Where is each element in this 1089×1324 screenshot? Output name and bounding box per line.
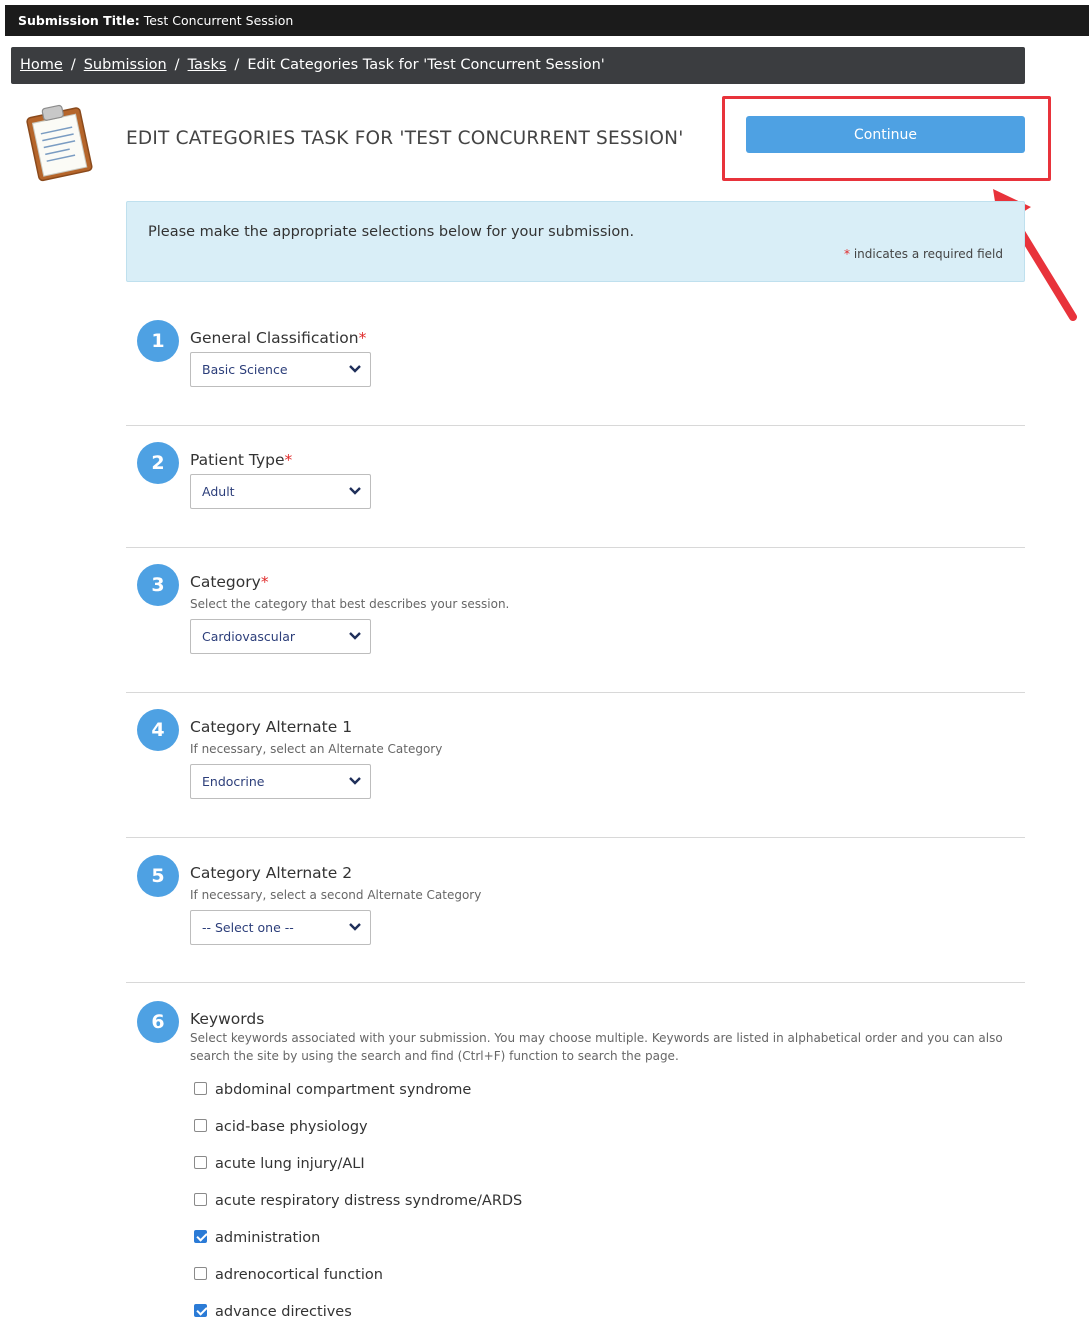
chevron-down-icon	[349, 487, 361, 495]
step-title-text: Category Alternate 2	[190, 864, 353, 882]
patient-type-select[interactable]: Adult	[190, 474, 371, 509]
keyword-label: acid-base physiology	[215, 1119, 368, 1135]
step-title-text: Category	[190, 573, 261, 591]
keyword-checkbox-checked[interactable]	[194, 1229, 207, 1243]
chevron-down-icon	[349, 365, 361, 373]
step-title: Keywords	[190, 1010, 265, 1028]
step-number-badge: 1	[137, 320, 179, 362]
required-star: *	[284, 451, 293, 469]
keyword-option[interactable]: acute lung injury/ALI	[194, 1155, 365, 1176]
info-message-box: Please make the appropriate selections b…	[126, 201, 1025, 282]
keywords-help-text: Select keywords associated with your sub…	[190, 1031, 1003, 1063]
step-patient-type: 2 Patient Type* Adult	[126, 440, 1025, 530]
step-number-badge: 6	[137, 1001, 179, 1043]
keyword-checkbox[interactable]	[194, 1192, 207, 1206]
step-help-text: If necessary, select an Alternate Catego…	[190, 742, 443, 756]
info-message: Please make the appropriate selections b…	[148, 224, 635, 240]
keyword-option[interactable]: acute respiratory distress syndrome/ARDS	[194, 1192, 523, 1213]
keyword-checkbox[interactable]	[194, 1155, 207, 1169]
required-note-text: indicates a required field	[853, 247, 1003, 261]
step-title-text: Patient Type	[190, 451, 285, 469]
keyword-label: adrenocortical function	[215, 1267, 383, 1283]
keyword-option[interactable]: adrenocortical function	[194, 1266, 383, 1287]
required-star: *	[844, 247, 851, 261]
step-title: Category Alternate 2	[190, 864, 352, 882]
keyword-checkbox-checked[interactable]	[194, 1303, 207, 1317]
keyword-option[interactable]: advance directives	[194, 1303, 352, 1324]
keyword-checkbox[interactable]	[194, 1118, 207, 1132]
keyword-option[interactable]: acid-base physiology	[194, 1118, 368, 1139]
keyword-checkbox[interactable]	[194, 1081, 207, 1095]
step-title-text: Category Alternate 1	[190, 718, 353, 736]
chevron-down-icon	[349, 632, 361, 640]
submission-title-label: Submission Title:	[18, 13, 140, 28]
keyword-label: acute lung injury/ALI	[215, 1156, 365, 1172]
category-alternate-2-select[interactable]: -- Select one --	[190, 910, 371, 945]
required-star: *	[358, 329, 367, 347]
breadcrumb-separator: /	[70, 57, 76, 73]
category-alternate-1-select[interactable]: Endocrine	[190, 764, 371, 799]
step-title-text: General Classification	[190, 329, 359, 347]
chevron-down-icon	[349, 777, 361, 785]
keyword-label: advance directives	[215, 1304, 352, 1320]
section-divider	[126, 547, 1025, 548]
step-category-alternate-2: 5 Category Alternate 2 If necessary, sel…	[126, 853, 1025, 963]
step-title: Category Alternate 1	[190, 718, 352, 736]
select-value: Endocrine	[202, 774, 265, 789]
page-title: EDIT CATEGORIES TASK FOR 'TEST CONCURREN…	[126, 128, 684, 149]
breadcrumb: Home / Submission / Tasks / Edit Categories Ta…	[11, 47, 1025, 84]
submission-title-value: Test Concurrent Session	[143, 13, 294, 28]
general-classification-select[interactable]: Basic Science	[190, 352, 371, 387]
chevron-down-icon	[349, 923, 361, 931]
step-title: Patient Type*	[190, 451, 292, 469]
step-general-classification: 1 General Classification* Basic Science	[126, 318, 1025, 408]
select-value: -- Select one --	[202, 920, 294, 935]
step-help-text: If necessary, select a second Alternate …	[190, 888, 482, 902]
step-number-badge: 3	[137, 564, 179, 606]
step-number-badge: 5	[137, 855, 179, 897]
breadcrumb-tasks-link[interactable]: Tasks	[188, 57, 227, 73]
section-divider	[126, 692, 1025, 693]
step-keywords: 6 Keywords Select keywords associated wi…	[126, 998, 1025, 1322]
keyword-option[interactable]: abdominal compartment syndrome	[194, 1081, 472, 1102]
step-help-text: Select the category that best describes …	[190, 597, 510, 611]
keyword-option[interactable]: administration	[194, 1229, 321, 1250]
step-category: 3 Category* Select the category that bes…	[126, 562, 1025, 672]
section-divider	[126, 837, 1025, 838]
step-category-alternate-1: 4 Category Alternate 1 If necessary, sel…	[126, 707, 1025, 817]
step-title: General Classification*	[190, 329, 366, 347]
breadcrumb-current: Edit Categories Task for 'Test Concurren…	[247, 57, 605, 73]
breadcrumb-submission-link[interactable]: Submission	[84, 57, 167, 73]
clipboard-icon	[26, 104, 93, 182]
category-select[interactable]: Cardiovascular	[190, 619, 371, 654]
breadcrumb-separator: /	[234, 57, 240, 73]
keyword-label: administration	[215, 1230, 321, 1246]
breadcrumb-separator: /	[174, 57, 180, 73]
step-number-badge: 4	[137, 709, 179, 751]
step-number-badge: 2	[137, 442, 179, 484]
keyword-label: acute respiratory distress syndrome/ARDS	[215, 1193, 523, 1209]
step-title: Category*	[190, 573, 269, 591]
section-divider	[126, 425, 1025, 426]
keyword-checkbox[interactable]	[194, 1266, 207, 1280]
section-divider	[126, 982, 1025, 983]
continue-button[interactable]: Continue	[746, 116, 1025, 153]
select-value: Basic Science	[202, 362, 288, 377]
required-field-note: * indicates a required field	[844, 247, 1003, 261]
select-value: Cardiovascular	[202, 629, 295, 644]
keyword-label: abdominal compartment syndrome	[215, 1082, 472, 1098]
breadcrumb-home-link[interactable]: Home	[20, 57, 63, 73]
submission-title-bar: Submission Title: Test Concurrent Sessio…	[5, 5, 1089, 36]
select-value: Adult	[202, 484, 235, 499]
required-star: *	[260, 573, 269, 591]
